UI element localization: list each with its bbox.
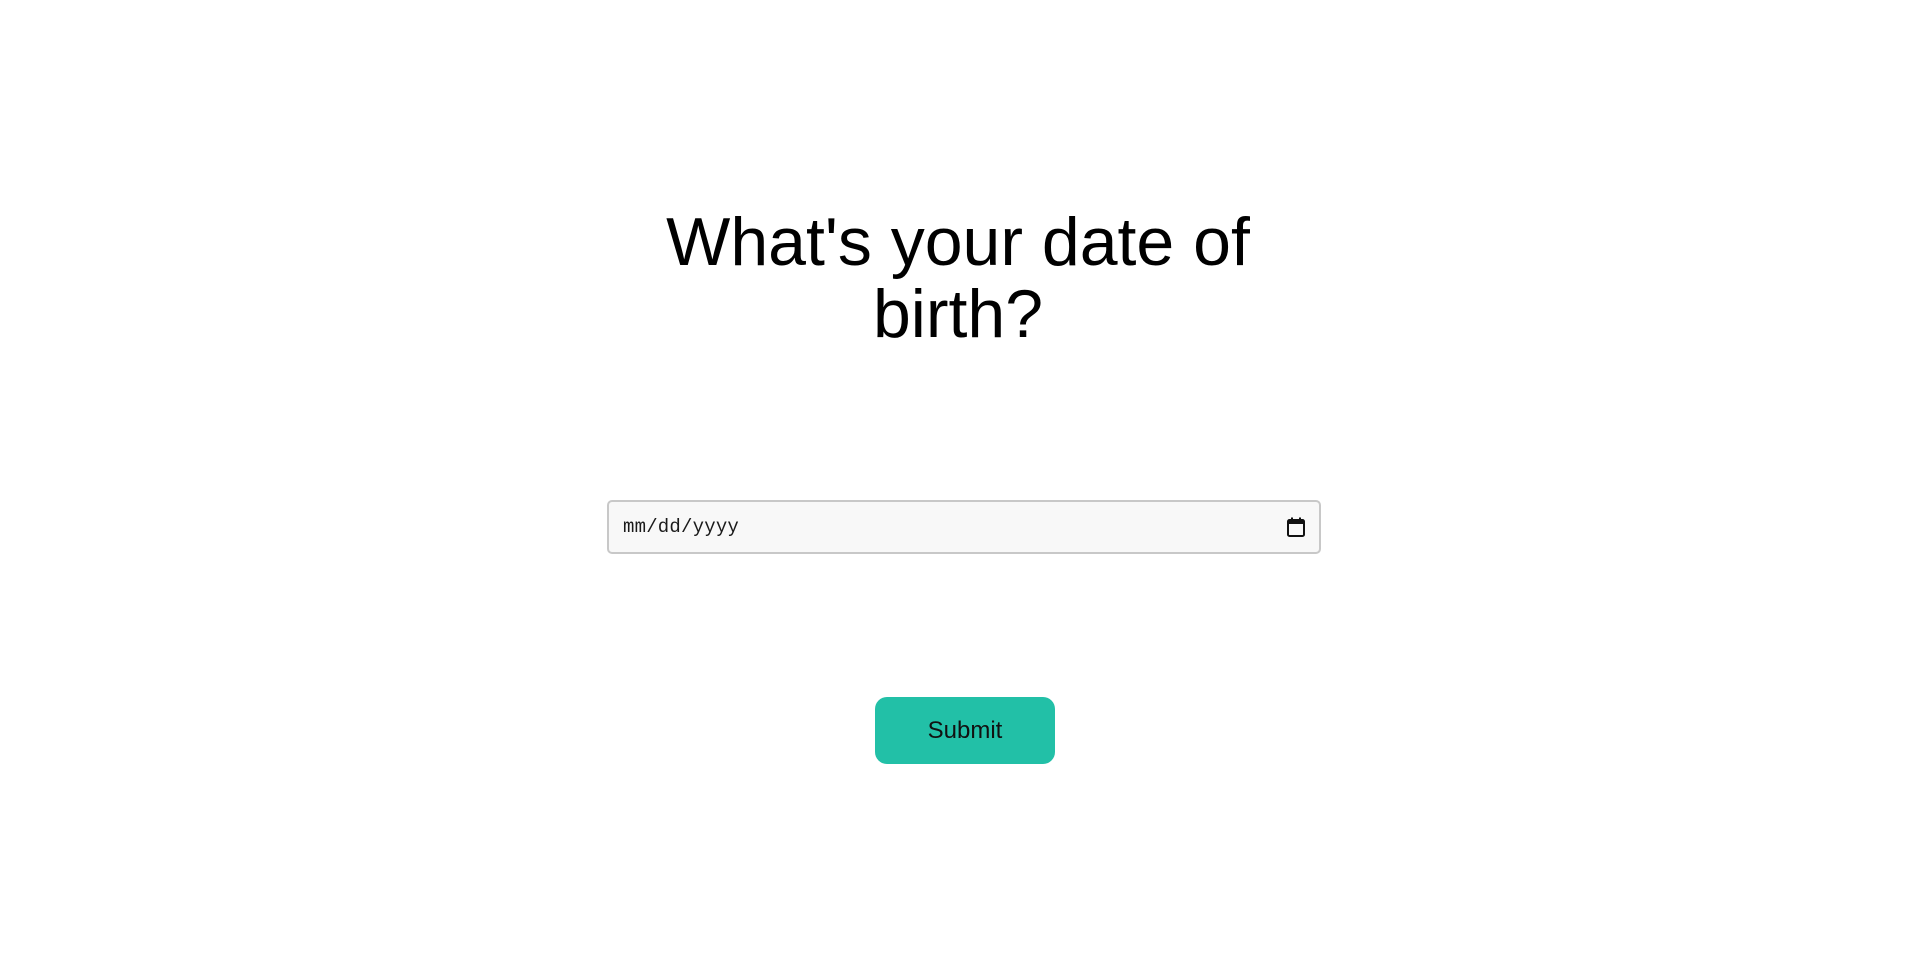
calendar-icon[interactable]: [1287, 517, 1305, 537]
date-of-birth-field[interactable]: mm/dd/yyyy: [607, 500, 1321, 554]
page-title: What's your date of birth?: [666, 204, 1250, 352]
dob-form-page: What's your date of birth? mm/dd/yyyy Su…: [0, 0, 1916, 967]
submit-button[interactable]: Submit: [875, 697, 1055, 764]
date-placeholder: mm/dd/yyyy: [623, 516, 740, 538]
